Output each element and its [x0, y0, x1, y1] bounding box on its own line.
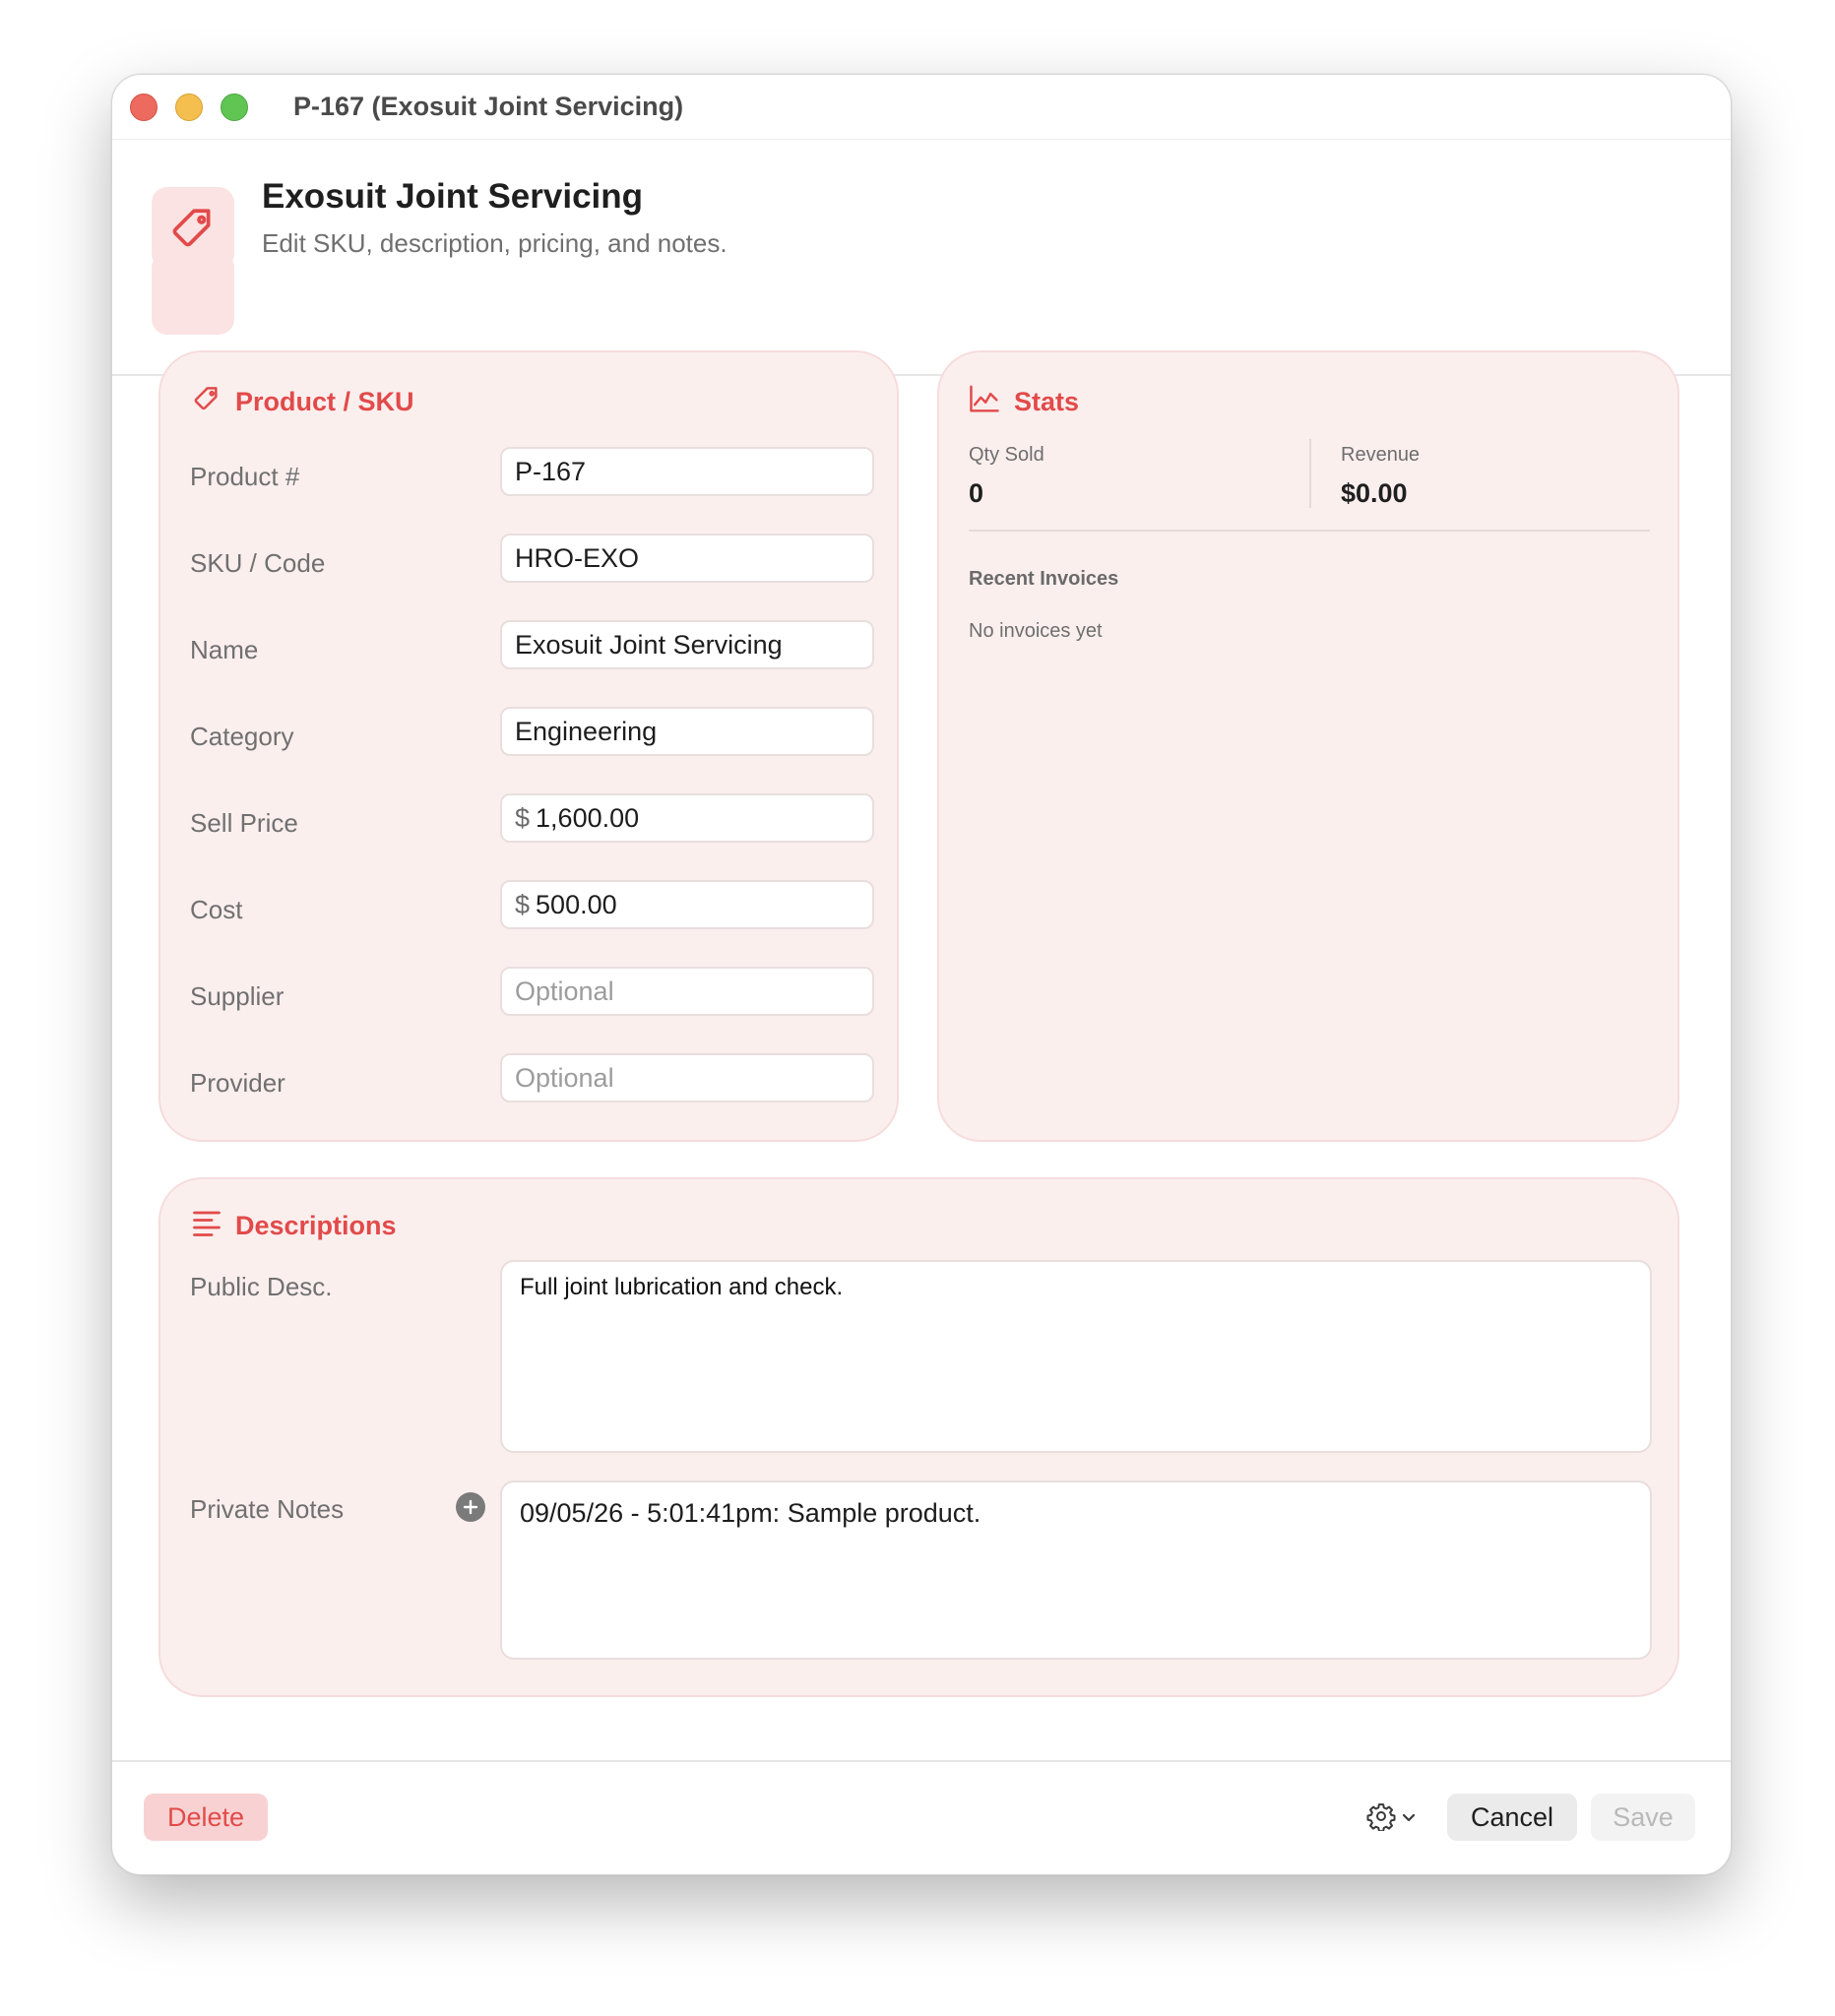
page-title: Exosuit Joint Servicing	[262, 177, 644, 216]
stats-section-title: Stats	[1014, 387, 1080, 416]
qty-sold-label: Qty Sold	[969, 444, 1044, 466]
minimize-window-button[interactable]	[175, 93, 203, 121]
close-window-button[interactable]	[130, 93, 158, 121]
footer-bar: Delete Cancel Save	[112, 1760, 1731, 1874]
add-note-icon[interactable]	[456, 1492, 485, 1522]
text-align-icon	[192, 1209, 221, 1243]
save-button[interactable]: Save	[1591, 1794, 1695, 1841]
recent-invoices-title: Recent Invoices	[969, 568, 1119, 590]
provider-field[interactable]: Optional	[500, 1053, 874, 1102]
sell-price-value: 1,600.00	[536, 802, 640, 833]
title-bar: P-167 (Exosuit Joint Servicing)	[112, 75, 1731, 140]
window-controls	[130, 93, 248, 121]
stats-divider	[1309, 439, 1311, 508]
name-field[interactable]: Exosuit Joint Servicing	[500, 620, 874, 669]
product-number-field[interactable]: P-167	[500, 447, 874, 496]
public-desc-label: Public Desc.	[190, 1272, 333, 1301]
sku-code-label: SKU / Code	[190, 548, 326, 578]
tag-icon	[152, 187, 234, 270]
supplier-field[interactable]: Optional	[500, 967, 874, 1016]
cost-field[interactable]: $ 500.00	[500, 880, 874, 929]
recent-invoices-empty: No invoices yet	[969, 620, 1103, 642]
private-notes-textarea[interactable]: 09/05/26 - 5:01:41pm: Sample product.	[500, 1480, 1652, 1660]
page-subtitle: Edit SKU, description, pricing, and note…	[262, 228, 728, 258]
supplier-placeholder: Optional	[515, 976, 614, 1006]
provider-placeholder: Optional	[515, 1062, 614, 1093]
category-value: Engineering	[515, 716, 658, 746]
stats-separator	[969, 530, 1650, 532]
name-value: Exosuit Joint Servicing	[515, 629, 783, 660]
descriptions-card: Descriptions Public Desc. Full joint lub…	[158, 1177, 1679, 1697]
category-field[interactable]: Engineering	[500, 707, 874, 756]
qty-sold-value: 0	[969, 478, 984, 508]
window-title: P-167 (Exosuit Joint Servicing)	[293, 92, 684, 121]
private-notes-label: Private Notes	[190, 1494, 345, 1524]
sku-code-value: HRO-EXO	[515, 542, 640, 573]
public-desc-textarea[interactable]: Full joint lubrication and check.	[500, 1260, 1652, 1453]
sell-price-label: Sell Price	[190, 808, 298, 838]
product-section-header: Product / SKU	[192, 384, 414, 420]
product-number-label: Product #	[190, 462, 300, 491]
revenue-label: Revenue	[1341, 444, 1421, 466]
product-number-value: P-167	[515, 456, 587, 486]
currency-prefix: $	[515, 889, 531, 919]
chart-line-icon	[969, 384, 1000, 420]
descriptions-section-title: Descriptions	[235, 1211, 397, 1240]
settings-menu-button[interactable]	[1366, 1801, 1416, 1836]
currency-prefix: $	[515, 802, 531, 833]
revenue-value: $0.00	[1341, 478, 1408, 508]
delete-button[interactable]: Delete	[144, 1794, 268, 1841]
cost-value: 500.00	[536, 889, 617, 919]
chevron-down-icon	[1402, 1810, 1416, 1828]
product-section-title: Product / SKU	[235, 387, 414, 416]
stats-section-header: Stats	[969, 384, 1079, 420]
public-desc-text: Full joint lubrication and check.	[510, 1270, 1642, 1443]
cost-label: Cost	[190, 895, 243, 924]
tag-icon	[192, 384, 221, 420]
provider-label: Provider	[190, 1068, 285, 1098]
supplier-label: Supplier	[190, 981, 285, 1011]
private-notes-text: 09/05/26 - 5:01:41pm: Sample product.	[520, 1498, 981, 1528]
gear-icon	[1366, 1801, 1396, 1836]
product-card: Product / SKU Product # P-167 SKU / Code…	[158, 350, 899, 1142]
product-edit-window: P-167 (Exosuit Joint Servicing) Exosuit …	[111, 74, 1732, 1875]
name-label: Name	[190, 635, 259, 664]
cancel-button[interactable]: Cancel	[1447, 1794, 1577, 1841]
descriptions-section-header: Descriptions	[192, 1209, 397, 1243]
sell-price-field[interactable]: $ 1,600.00	[500, 793, 874, 843]
maximize-window-button[interactable]	[221, 93, 248, 121]
stats-card: Stats Qty Sold 0 Revenue $0.00 Recent In…	[937, 350, 1679, 1142]
category-label: Category	[190, 722, 294, 751]
sku-code-field[interactable]: HRO-EXO	[500, 534, 874, 583]
